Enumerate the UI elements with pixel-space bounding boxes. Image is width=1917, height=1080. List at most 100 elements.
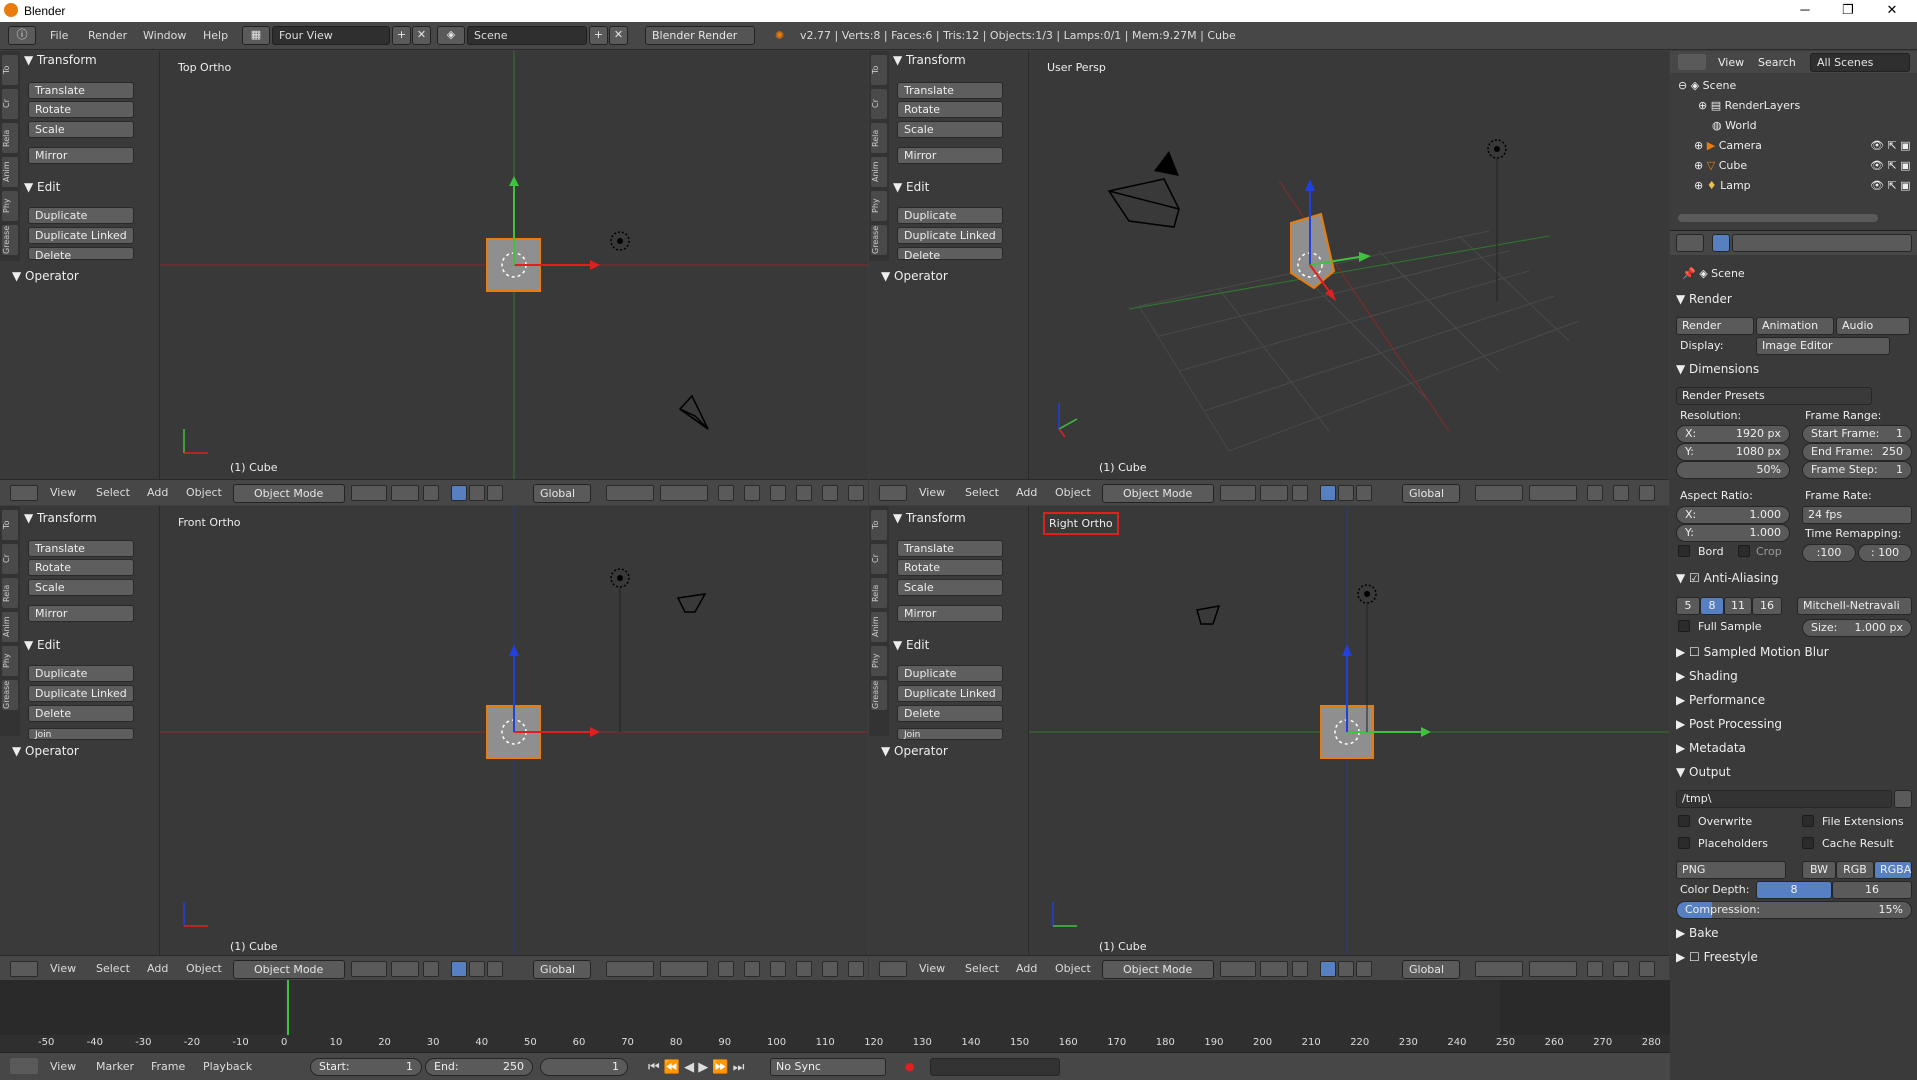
snap-target-icon[interactable]: [796, 961, 812, 977]
mode-select[interactable]: Object Mode: [1102, 960, 1214, 979]
panel-operator-header[interactable]: ▼ Operator: [881, 744, 948, 758]
snap-icon[interactable]: [770, 485, 786, 501]
tab-tools[interactable]: To: [2, 510, 18, 540]
shading-icon[interactable]: [1220, 961, 1256, 977]
shading-icon[interactable]: [351, 485, 387, 501]
depth-16-button[interactable]: 16: [1832, 881, 1912, 899]
folder-icon[interactable]: [1894, 790, 1912, 808]
outliner-item-world[interactable]: ◍ World: [1712, 119, 1757, 132]
render-preview-icon[interactable]: [822, 485, 838, 501]
menu-view[interactable]: View: [50, 486, 76, 499]
orientation-select[interactable]: Global: [1402, 960, 1460, 979]
record-icon[interactable]: ●: [905, 1060, 915, 1073]
visibility-icon[interactable]: 👁 ⇱ ▣: [1870, 179, 1911, 192]
layers2-icon[interactable]: [1529, 485, 1577, 501]
menu-object[interactable]: Object: [1055, 962, 1091, 975]
rotate-icon[interactable]: [469, 961, 485, 977]
panel-transform-header[interactable]: ▼ Transform: [893, 53, 966, 67]
audio-button[interactable]: Audio: [1836, 317, 1910, 335]
panel-smb-header[interactable]: ▶ ☐ Sampled Motion Blur: [1676, 645, 1829, 659]
editor-type-icon[interactable]: [1678, 54, 1706, 70]
scale-icon[interactable]: [487, 485, 503, 501]
panel-operator-header[interactable]: ▼ Operator: [12, 744, 79, 758]
menu-add[interactable]: Add: [147, 486, 168, 499]
context-tabs[interactable]: [1732, 234, 1912, 252]
render-tab-icon[interactable]: [1712, 234, 1730, 252]
delete-button[interactable]: Delete: [897, 247, 1003, 260]
tab-grease[interactable]: Grease: [871, 225, 887, 255]
rotate-button[interactable]: Rotate: [897, 101, 1003, 118]
translate-button[interactable]: Translate: [897, 82, 1003, 99]
tab-physics[interactable]: Phy: [2, 191, 18, 221]
snap-icon[interactable]: [1639, 485, 1655, 501]
tab-relations[interactable]: Rela: [871, 578, 887, 608]
proportional-icon[interactable]: [1613, 961, 1629, 977]
panel-edit-header[interactable]: ▼ Edit: [893, 180, 929, 194]
panel-bake-header[interactable]: ▶ Bake: [1676, 926, 1719, 940]
panel-edit-header[interactable]: ▼ Edit: [893, 638, 929, 652]
start-frame-field[interactable]: Start Frame: 1: [1802, 425, 1912, 443]
menu-window[interactable]: Window: [143, 29, 186, 42]
menu-object[interactable]: Object: [1055, 486, 1091, 499]
delete-button[interactable]: Delete: [28, 705, 134, 722]
rgba-button[interactable]: RGBA: [1874, 861, 1912, 879]
sync-select[interactable]: No Sync: [770, 1058, 886, 1076]
file-ext-checkbox[interactable]: [1802, 815, 1814, 827]
scene-remove-icon[interactable]: ✕: [609, 26, 628, 45]
playback-controls[interactable]: ⏮ ⏪ ◀ ▶ ⏩ ⏭: [648, 1060, 744, 1075]
panel-operator-header[interactable]: ▼ Operator: [12, 269, 79, 283]
start-frame-field[interactable]: Start: 1: [310, 1058, 422, 1076]
orientation-select[interactable]: Global: [533, 960, 591, 979]
editor-type-icon[interactable]: [1676, 234, 1704, 252]
aspect-x-field[interactable]: X: 1.000: [1676, 506, 1790, 524]
menu-select[interactable]: Select: [965, 962, 999, 975]
tab-create[interactable]: Cr: [871, 544, 887, 574]
duplicate-button[interactable]: Duplicate: [897, 665, 1003, 682]
pivot-icon[interactable]: [1260, 961, 1288, 977]
render-button[interactable]: Render: [1676, 317, 1754, 335]
shading-icon[interactable]: [351, 961, 387, 977]
timeline-menu-view[interactable]: View: [50, 1060, 76, 1073]
tab-animation[interactable]: Anim: [871, 157, 887, 187]
visibility-icon[interactable]: 👁 ⇱ ▣: [1870, 159, 1911, 172]
scene-add-icon[interactable]: +: [589, 26, 608, 45]
fps-select[interactable]: 24 fps: [1802, 506, 1912, 524]
scale-button[interactable]: Scale: [28, 579, 134, 596]
playhead[interactable]: [287, 980, 289, 1035]
scale-icon[interactable]: [1356, 485, 1372, 501]
panel-render-header[interactable]: ▼ Render: [1676, 292, 1732, 306]
snap-target-icon[interactable]: [796, 485, 812, 501]
menu-select[interactable]: Select: [96, 486, 130, 499]
format-select[interactable]: PNG: [1676, 861, 1786, 879]
translate-icon[interactable]: [451, 485, 467, 501]
duplicate-linked-button[interactable]: Duplicate Linked: [28, 227, 134, 244]
panel-output-header[interactable]: ▼ Output: [1676, 765, 1731, 779]
render-presets-select[interactable]: Render Presets: [1676, 387, 1872, 405]
panel-dimensions-header[interactable]: ▼ Dimensions: [1676, 362, 1759, 376]
camera-view-icon[interactable]: [848, 961, 864, 977]
tab-tools[interactable]: To: [2, 55, 18, 85]
full-sample-checkbox[interactable]: [1678, 620, 1690, 632]
menu-add[interactable]: Add: [1016, 486, 1037, 499]
tab-relations[interactable]: Rela: [871, 123, 887, 153]
keying-set-field[interactable]: [930, 1058, 1060, 1076]
duplicate-button[interactable]: Duplicate: [28, 665, 134, 682]
editor-type-icon[interactable]: [879, 961, 907, 977]
restore-icon[interactable]: ❐: [1833, 2, 1863, 18]
aa-size-field[interactable]: Size: 1.000 px: [1802, 619, 1912, 637]
menu-view[interactable]: View: [919, 486, 945, 499]
scale-icon[interactable]: [1356, 961, 1372, 977]
viewport-canvas[interactable]: Top Ortho (1) Cube: [160, 51, 868, 479]
outliner-menu-view[interactable]: View: [1718, 56, 1744, 69]
proportional-icon[interactable]: [744, 961, 760, 977]
outliner-item-cube[interactable]: ⊕ ▽ Cube: [1694, 159, 1747, 172]
res-y-field[interactable]: Y: 1080 px: [1676, 443, 1790, 461]
shading-icon[interactable]: [1220, 485, 1256, 501]
layers2-icon[interactable]: [1529, 961, 1577, 977]
mirror-button[interactable]: Mirror: [897, 147, 1003, 164]
outliner-item-renderlayers[interactable]: ⊕ ▤ RenderLayers: [1698, 99, 1800, 112]
end-frame-field[interactable]: End: 250: [425, 1058, 533, 1076]
menu-file[interactable]: File: [50, 29, 68, 42]
viewport-canvas[interactable]: Front Ortho (1) Cube: [160, 506, 868, 955]
current-frame-field[interactable]: 1: [540, 1058, 628, 1076]
